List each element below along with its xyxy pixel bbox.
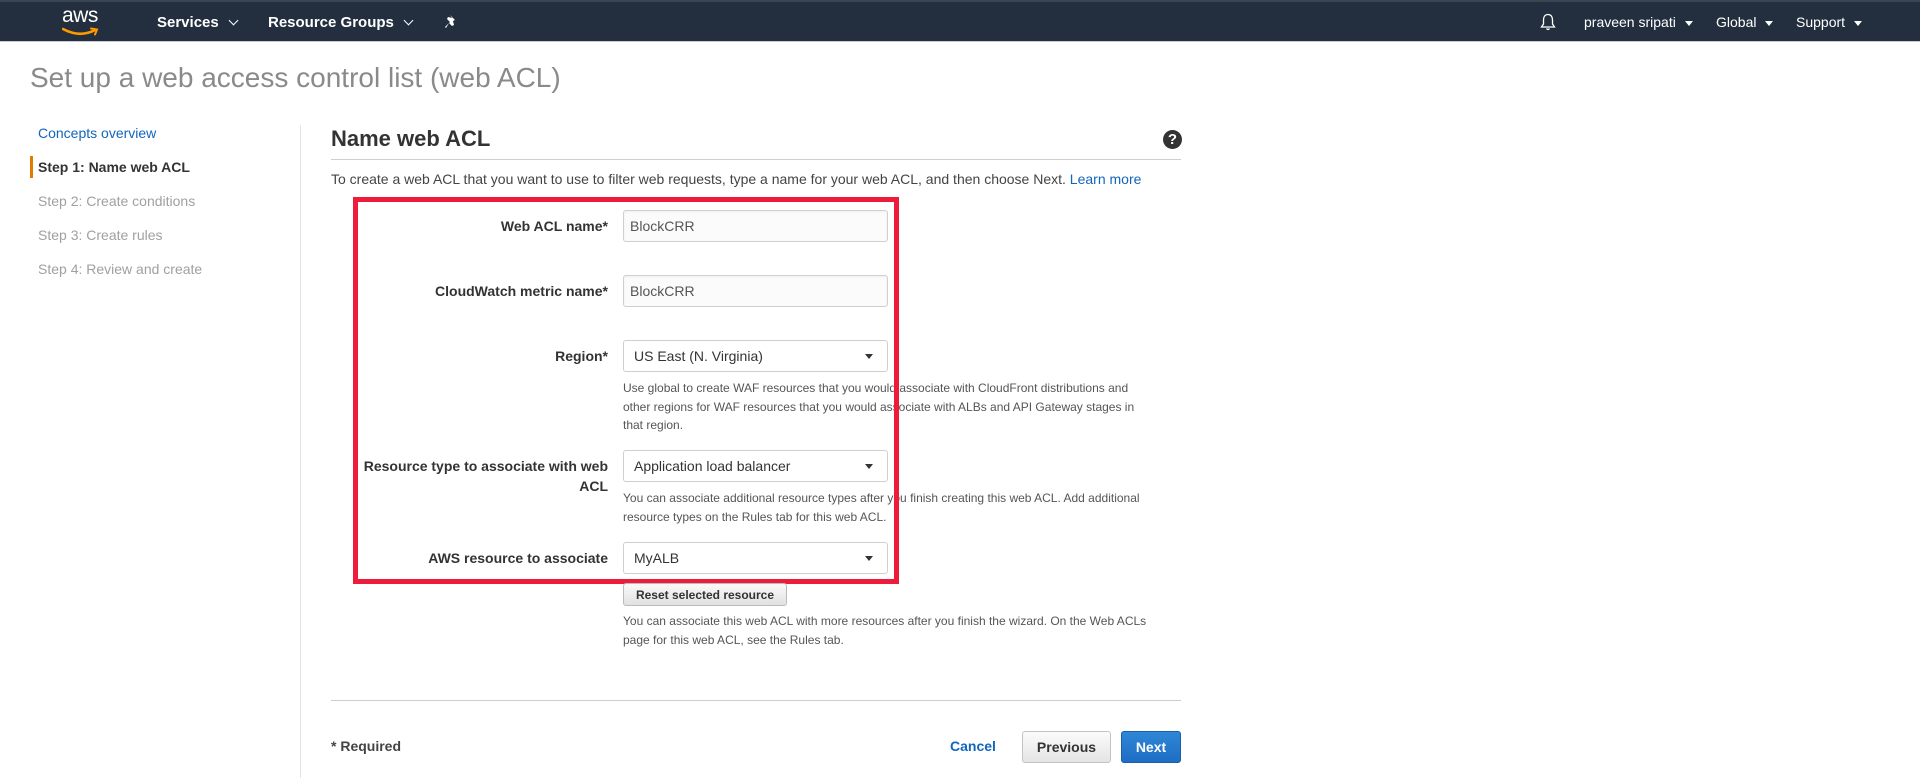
chevron-down-icon	[403, 15, 414, 25]
learn-more-link[interactable]: Learn more	[1070, 171, 1142, 187]
reset-help-line: You can associate this web ACL with more…	[623, 614, 1147, 628]
chevron-down-icon	[228, 15, 239, 25]
reset-help-line: page for this web ACL, see the Rules tab…	[623, 632, 844, 647]
panel-description: To create a web ACL that you want to use…	[331, 171, 1141, 187]
next-button[interactable]: Next	[1121, 731, 1181, 763]
user-menu[interactable]: praveen sripati	[1584, 2, 1693, 42]
highlight-annotation-box	[353, 197, 899, 584]
reset-selected-resource-button[interactable]: Reset selected resource	[623, 583, 787, 606]
active-step-marker	[30, 156, 33, 178]
caret-down-icon	[1684, 20, 1693, 26]
title-divider	[331, 159, 1181, 160]
page-title: Set up a web access control list (web AC…	[30, 62, 561, 93]
nav-divider	[300, 125, 301, 778]
footer-divider	[331, 700, 1181, 701]
caret-down-icon	[1765, 20, 1774, 26]
region-label: Global	[1716, 14, 1757, 30]
services-label: Services	[157, 13, 219, 31]
pin-button[interactable]	[444, 2, 460, 42]
wizard-step-2: Step 2: Create conditions	[38, 193, 196, 209]
services-menu[interactable]: Services	[157, 2, 239, 42]
aws-logo-text: aws	[62, 4, 98, 27]
notifications-button[interactable]	[1540, 2, 1556, 42]
required-note: * Required	[331, 738, 402, 754]
bell-icon	[1540, 13, 1556, 31]
top-navigation-bar: aws Services Resource Groups praveen sri…	[0, 0, 1920, 42]
region-menu[interactable]: Global	[1716, 2, 1774, 42]
cancel-button[interactable]: Cancel	[950, 738, 996, 754]
pin-icon	[445, 15, 455, 28]
aws-smile-icon	[62, 27, 99, 36]
previous-button[interactable]: Previous	[1022, 731, 1111, 763]
user-name: praveen sripati	[1584, 14, 1676, 30]
caret-down-icon	[1854, 20, 1863, 26]
support-label: Support	[1796, 14, 1846, 30]
resource-groups-label: Resource Groups	[268, 13, 394, 31]
resource-groups-menu[interactable]: Resource Groups	[268, 2, 414, 42]
wizard-step-3: Step 3: Create rules	[38, 227, 163, 243]
wizard-step-1[interactable]: Step 1: Name web ACL	[38, 157, 190, 177]
reset-help-text: You can associate this web ACL with more…	[623, 612, 1153, 649]
aws-logo[interactable]: aws	[60, 4, 104, 39]
panel-title: Name web ACL	[331, 126, 491, 151]
wizard-step-4: Step 4: Review and create	[38, 261, 203, 277]
description-text: To create a web ACL that you want to use…	[331, 171, 1066, 187]
help-icon[interactable]: ?	[1163, 130, 1182, 149]
concepts-overview-link[interactable]: Concepts overview	[38, 123, 156, 143]
support-menu[interactable]: Support	[1796, 2, 1863, 42]
